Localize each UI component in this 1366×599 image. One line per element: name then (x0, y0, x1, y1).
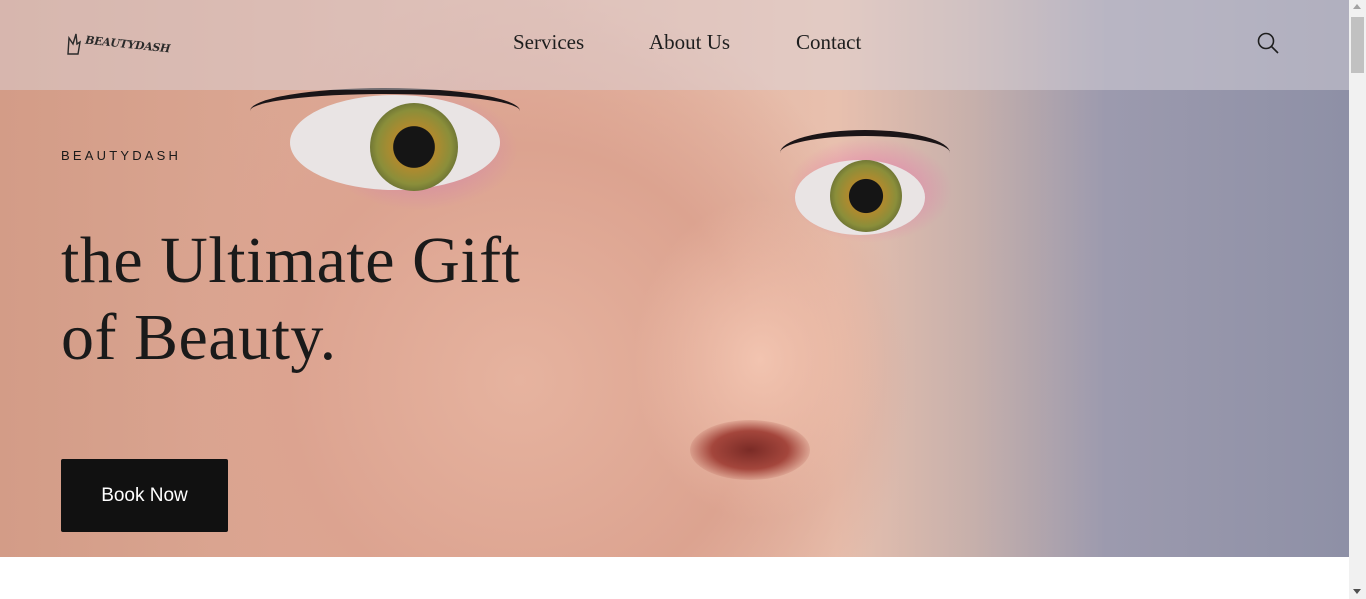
brand-logo[interactable]: BEAUTYDASH (66, 30, 171, 58)
nav-services-link[interactable]: Services (513, 30, 584, 55)
hero-headline: the Ultimate Gift of Beauty. (61, 222, 621, 376)
search-icon (1257, 32, 1279, 54)
hero-banner: BEAUTYDASH Services About Us Contact BEA… (0, 0, 1349, 557)
scroll-up-icon[interactable] (1353, 4, 1361, 9)
scroll-down-icon[interactable] (1353, 589, 1361, 594)
book-now-button[interactable]: Book Now (61, 459, 228, 532)
lash-left-image (250, 88, 520, 134)
page-scrollbar[interactable] (1349, 0, 1366, 599)
fox-logo-icon (67, 33, 81, 55)
nav-contact-link[interactable]: Contact (796, 30, 861, 55)
nose-image (690, 420, 810, 480)
logo-wordmark: BEAUTYDASH (84, 33, 171, 55)
search-button[interactable] (1256, 31, 1280, 55)
headline-line-1: the Ultimate Gift (61, 224, 521, 297)
scrollbar-thumb[interactable] (1351, 17, 1364, 73)
nav-about-link[interactable]: About Us (649, 30, 730, 55)
lash-right-image (780, 130, 950, 176)
hero-eyebrow: BEAUTYDASH (61, 148, 182, 163)
headline-line-2: of Beauty. (61, 301, 337, 374)
